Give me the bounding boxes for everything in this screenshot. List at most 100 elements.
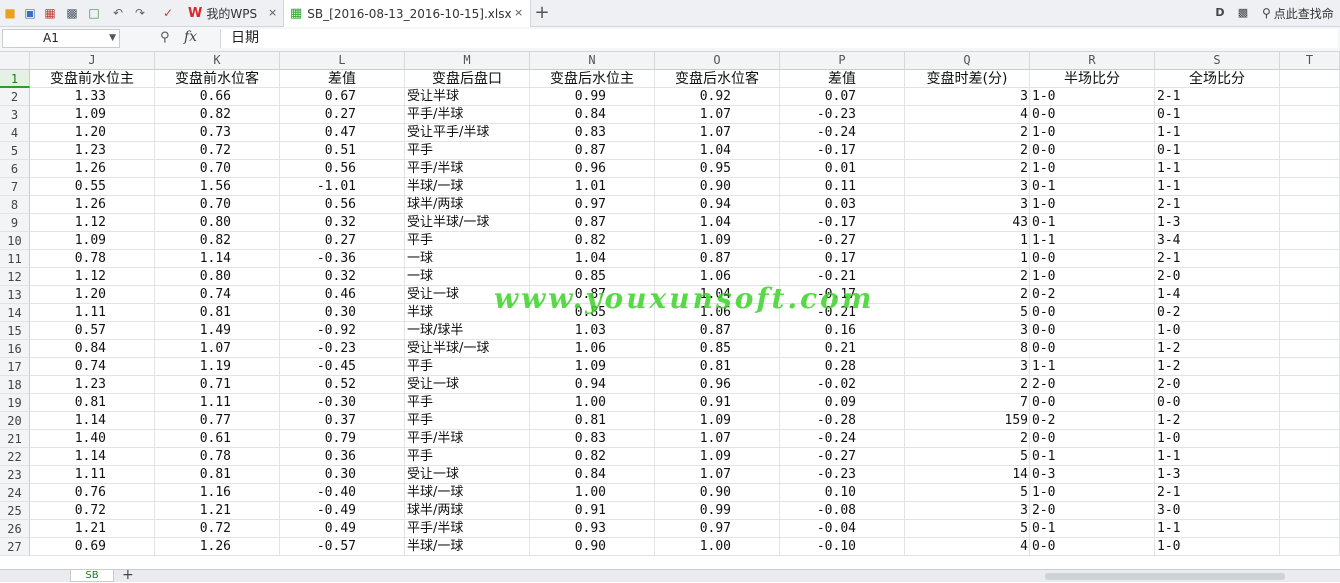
- table-cell[interactable]: 2-0: [1155, 268, 1280, 286]
- table-cell[interactable]: 球半/两球: [405, 196, 530, 214]
- table-cell[interactable]: -0.08: [780, 502, 905, 520]
- table-cell[interactable]: [1280, 430, 1340, 448]
- table-cell[interactable]: 1.26: [30, 196, 155, 214]
- table-cell[interactable]: 0.85: [655, 340, 780, 358]
- tab-my-wps[interactable]: W 我的WPS ×: [182, 0, 282, 26]
- column-header[interactable]: S: [1155, 52, 1280, 69]
- table-cell[interactable]: 0.67: [280, 88, 405, 106]
- tab-my-wps-close-icon[interactable]: ×: [268, 6, 277, 19]
- table-cell[interactable]: [1280, 538, 1340, 556]
- folder-icon[interactable]: ■: [2, 5, 18, 21]
- table-cell[interactable]: 0.84: [530, 106, 655, 124]
- table-cell[interactable]: 0.79: [280, 430, 405, 448]
- table-cell[interactable]: 2: [905, 286, 1030, 304]
- table-cell[interactable]: 0.92: [655, 88, 780, 106]
- table-cell[interactable]: -0.02: [780, 376, 905, 394]
- row-header[interactable]: 23: [0, 466, 30, 484]
- table-cell[interactable]: 0.82: [530, 448, 655, 466]
- table-cell[interactable]: 1.40: [30, 430, 155, 448]
- table-cell[interactable]: 1.20: [30, 286, 155, 304]
- table-cell[interactable]: -0.21: [780, 304, 905, 322]
- row-header[interactable]: 13: [0, 286, 30, 304]
- column-header[interactable]: M: [405, 52, 530, 69]
- header-cell[interactable]: 变盘时差(分): [905, 70, 1030, 88]
- table-cell[interactable]: 1.04: [655, 286, 780, 304]
- row-header[interactable]: 15: [0, 322, 30, 340]
- table-cell[interactable]: 0.82: [155, 106, 280, 124]
- table-cell[interactable]: -0.23: [780, 466, 905, 484]
- table-cell[interactable]: 0.82: [530, 232, 655, 250]
- table-cell[interactable]: 1-1: [1030, 358, 1155, 376]
- table-cell[interactable]: 1-1: [1155, 520, 1280, 538]
- table-cell[interactable]: 5: [905, 448, 1030, 466]
- table-cell[interactable]: [1280, 124, 1340, 142]
- table-cell[interactable]: 1.11: [30, 304, 155, 322]
- table-cell[interactable]: 1.14: [30, 448, 155, 466]
- table-cell[interactable]: 0-0: [1030, 340, 1155, 358]
- row-header[interactable]: 20: [0, 412, 30, 430]
- row-header[interactable]: 1: [0, 70, 30, 88]
- table-cell[interactable]: 0.96: [655, 376, 780, 394]
- table-cell[interactable]: 5: [905, 520, 1030, 538]
- table-cell[interactable]: 3: [905, 178, 1030, 196]
- row-header[interactable]: 4: [0, 124, 30, 142]
- table-cell[interactable]: 1-3: [1155, 466, 1280, 484]
- table-cell[interactable]: 0.90: [655, 178, 780, 196]
- table-cell[interactable]: -0.30: [280, 394, 405, 412]
- table-cell[interactable]: -0.17: [780, 142, 905, 160]
- table-cell[interactable]: [1280, 232, 1340, 250]
- table-cell[interactable]: 0.66: [155, 88, 280, 106]
- table-cell[interactable]: 1.56: [155, 178, 280, 196]
- table-cell[interactable]: 0.52: [280, 376, 405, 394]
- table-cell[interactable]: 0.85: [530, 268, 655, 286]
- row-header[interactable]: 27: [0, 538, 30, 556]
- table-cell[interactable]: 1.49: [155, 322, 280, 340]
- table-cell[interactable]: 0.46: [280, 286, 405, 304]
- table-cell[interactable]: 0.81: [530, 412, 655, 430]
- table-cell[interactable]: 1.00: [530, 394, 655, 412]
- table-cell[interactable]: [1280, 448, 1340, 466]
- table-cell[interactable]: 2: [905, 430, 1030, 448]
- table-cell[interactable]: 7: [905, 394, 1030, 412]
- table-cell[interactable]: 2: [905, 376, 1030, 394]
- table-cell[interactable]: 0.70: [155, 196, 280, 214]
- print-icon[interactable]: ▩: [64, 5, 80, 21]
- table-cell[interactable]: 1.33: [30, 88, 155, 106]
- table-cell[interactable]: 0.37: [280, 412, 405, 430]
- column-header[interactable]: N: [530, 52, 655, 69]
- table-cell[interactable]: 1.26: [30, 160, 155, 178]
- table-cell[interactable]: -0.17: [780, 214, 905, 232]
- table-cell[interactable]: 0.07: [780, 88, 905, 106]
- table-cell[interactable]: 一球/球半: [405, 322, 530, 340]
- undo-icon[interactable]: ↶: [110, 5, 126, 21]
- header-cell[interactable]: 变盘前水位客: [155, 70, 280, 88]
- table-cell[interactable]: -0.45: [280, 358, 405, 376]
- table-cell[interactable]: 平手: [405, 412, 530, 430]
- table-cell[interactable]: 球半/两球: [405, 502, 530, 520]
- table-cell[interactable]: [1280, 394, 1340, 412]
- table-cell[interactable]: [1280, 340, 1340, 358]
- table-cell[interactable]: 0.56: [280, 196, 405, 214]
- table-cell[interactable]: 0.94: [655, 196, 780, 214]
- table-cell[interactable]: 0.90: [530, 538, 655, 556]
- table-cell[interactable]: 1-2: [1155, 358, 1280, 376]
- header-cell[interactable]: 半场比分: [1030, 70, 1155, 88]
- table-cell[interactable]: 0.77: [155, 412, 280, 430]
- save-icon[interactable]: ▣: [22, 5, 38, 21]
- table-cell[interactable]: 1.09: [655, 448, 780, 466]
- print-preview-icon[interactable]: □: [86, 5, 102, 21]
- table-cell[interactable]: 14: [905, 466, 1030, 484]
- table-cell[interactable]: 0.97: [530, 196, 655, 214]
- table-cell[interactable]: 1.23: [30, 376, 155, 394]
- table-cell[interactable]: 1.06: [655, 304, 780, 322]
- column-header[interactable]: L: [280, 52, 405, 69]
- table-cell[interactable]: 平手/半球: [405, 160, 530, 178]
- table-cell[interactable]: -0.04: [780, 520, 905, 538]
- table-cell[interactable]: 0.21: [780, 340, 905, 358]
- table-cell[interactable]: 0.78: [30, 250, 155, 268]
- table-cell[interactable]: 4: [905, 538, 1030, 556]
- table-cell[interactable]: 0-0: [1030, 538, 1155, 556]
- table-cell[interactable]: 1: [905, 232, 1030, 250]
- table-cell[interactable]: [1280, 466, 1340, 484]
- table-cell[interactable]: 0.49: [280, 520, 405, 538]
